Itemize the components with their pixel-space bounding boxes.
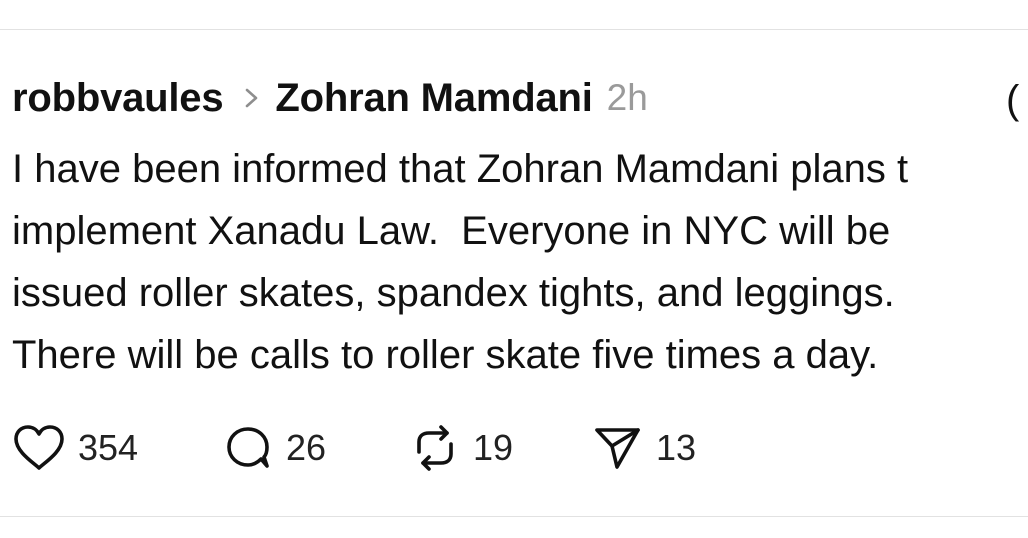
comment-button[interactable]: 26 [222, 420, 326, 476]
like-count: 354 [78, 427, 139, 468]
chevron-right-icon [246, 88, 258, 108]
comment-icon [227, 427, 269, 468]
username[interactable]: robbvaules [12, 76, 224, 121]
repost-icon [417, 425, 453, 471]
heart-icon [14, 425, 64, 470]
post-header: robbvaules Zohran Mamdani 2h [12, 70, 1028, 126]
post: robbvaules Zohran Mamdani 2h I have been… [12, 70, 1028, 386]
reply-to-username[interactable]: Zohran Mamdani [275, 76, 592, 121]
repost-button[interactable]: 19 [409, 420, 513, 476]
share-button[interactable]: 13 [592, 420, 696, 476]
top-divider [0, 29, 1028, 30]
post-body-line: implement Xanadu Law. Everyone in NYC wi… [12, 209, 891, 253]
share-count: 13 [656, 427, 697, 468]
bottom-divider [0, 516, 1028, 517]
send-icon [595, 428, 640, 469]
more-options-button[interactable]: ( [1006, 78, 1019, 123]
post-body: I have been informed that Zohran Mamdani… [12, 138, 1028, 386]
post-timestamp: 2h [606, 77, 648, 118]
post-body-line: I have been informed that Zohran Mamdani… [12, 147, 909, 191]
post-body-line: There will be calls to roller skate five… [12, 333, 879, 377]
post-body-line: issued roller skates, spandex tights, an… [12, 271, 895, 315]
comment-count: 26 [286, 427, 327, 468]
like-button[interactable]: 354 [12, 420, 138, 476]
repost-count: 19 [473, 427, 514, 468]
